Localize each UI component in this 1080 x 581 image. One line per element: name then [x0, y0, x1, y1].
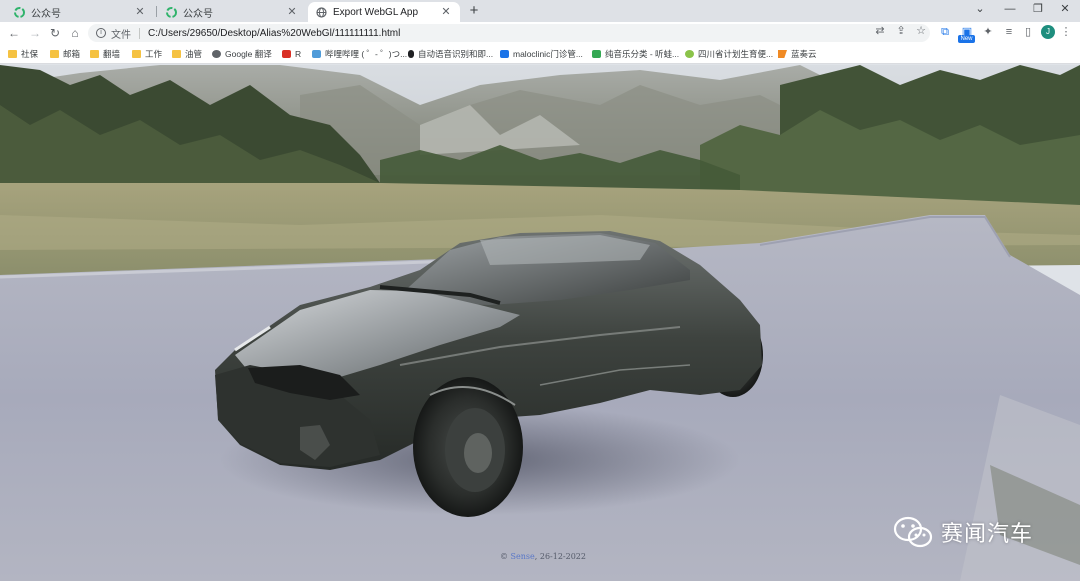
folder-icon: [50, 50, 59, 58]
sense-link[interactable]: Sense: [511, 552, 535, 561]
address-bar[interactable]: i 文件 C:/Users/29650/Desktop/Alias%20WebG…: [88, 24, 930, 42]
bookmark-item[interactable]: 四川省计划生育便...: [685, 48, 773, 60]
forward-arrow-icon[interactable]: →: [27, 25, 43, 41]
bilibili-icon: [312, 50, 321, 58]
tab-divider: [156, 6, 157, 17]
reload-icon[interactable]: ↻: [47, 25, 63, 41]
footer-date: 26-12-2022: [539, 552, 586, 561]
wechat-logo-icon: [893, 516, 933, 548]
side-panel-icon[interactable]: ▯: [1021, 25, 1035, 39]
bookmark-item[interactable]: 翻墙: [90, 48, 120, 60]
folder-icon: [132, 50, 141, 58]
music-icon: [592, 50, 601, 58]
watermark: 赛闻汽车: [893, 513, 1033, 551]
bookmark-item[interactable]: 油管: [172, 48, 202, 60]
tab-wechat-2[interactable]: 公众号 ✕: [158, 2, 306, 22]
wechat-favicon-icon: [14, 6, 25, 18]
bookmark-item[interactable]: R: [282, 48, 301, 60]
tab-wechat-1[interactable]: 公众号 ✕: [6, 2, 154, 22]
lanzou-cloud-icon: [778, 50, 787, 58]
tab-title: 公众号: [31, 8, 61, 20]
folder-icon: [8, 50, 17, 58]
browser-toolbar: ← → ↻ ⌂ i 文件 C:/Users/29650/Desktop/Alia…: [0, 22, 1080, 44]
bookmark-item[interactable]: 纯音乐分类 - 听蛙...: [592, 48, 679, 60]
watermark-text: 赛闻汽车: [941, 522, 1034, 547]
home-icon[interactable]: ⌂: [67, 25, 83, 41]
new-badge: New: [958, 35, 975, 43]
tab-close-icon[interactable]: ✕: [440, 6, 452, 18]
translate-extension-icon[interactable]: ⧉: [938, 25, 952, 39]
bookmark-item[interactable]: maloclinic门诊管...: [500, 48, 583, 60]
folder-icon: [172, 50, 181, 58]
share-icon[interactable]: ⇪: [894, 24, 908, 38]
tab-title: 公众号: [183, 8, 213, 20]
copyright-symbol: ©: [500, 552, 508, 561]
bookmark-item[interactable]: 社保: [8, 48, 38, 60]
globe-icon: [212, 50, 221, 58]
back-arrow-icon[interactable]: ←: [6, 25, 22, 41]
tab-export-webgl-app[interactable]: Export WebGL App ✕: [308, 2, 460, 22]
file-scheme-label: 文件: [111, 29, 131, 41]
globe-favicon-icon: [316, 6, 327, 18]
minimize-icon[interactable]: —: [997, 2, 1023, 18]
bookmark-star-icon[interactable]: ☆: [914, 24, 928, 38]
maximize-icon[interactable]: ❐: [1025, 2, 1051, 18]
info-icon[interactable]: i: [96, 28, 106, 38]
bookmark-item[interactable]: 工作: [132, 48, 162, 60]
tab-strip: 公众号 ✕ 公众号 ✕ Export WebGL App ✕ + ⌄ — ❐ ✕: [0, 0, 1080, 22]
bookmarks-bar: 社保 邮箱 翻墙 工作 油管 Google 翻译 R 哔哩哔哩 ( ゜- ゜)つ…: [0, 44, 1080, 64]
media-control-icon[interactable]: ≡: [1002, 25, 1016, 39]
scene-render: [0, 65, 1080, 581]
close-window-icon[interactable]: ✕: [1052, 2, 1078, 18]
tab-close-icon[interactable]: ✕: [134, 6, 146, 18]
profile-avatar[interactable]: J: [1041, 25, 1055, 39]
tab-title: Export WebGL App: [333, 6, 419, 18]
more-menu-icon[interactable]: ⋮: [1060, 25, 1072, 39]
url-text[interactable]: C:/Users/29650/Desktop/Alias%20WebGl/111…: [148, 28, 400, 39]
r-site-icon: [282, 50, 291, 58]
bookmark-item[interactable]: Google 翻译: [212, 48, 272, 60]
microphone-icon: [408, 50, 414, 58]
extensions-puzzle-icon[interactable]: ✦: [981, 25, 995, 39]
tab-search-chevron-icon[interactable]: ⌄: [967, 2, 993, 18]
translate-icon[interactable]: ⇄: [873, 24, 887, 38]
sichuan-icon: [685, 50, 694, 58]
webgl-canvas[interactable]: [0, 65, 1080, 581]
folder-icon: [90, 50, 99, 58]
omnibox-divider: [139, 27, 140, 39]
bookmark-item[interactable]: 邮箱: [50, 48, 80, 60]
wechat-favicon-icon: [166, 6, 177, 18]
clinic-icon: [500, 50, 509, 58]
tab-close-icon[interactable]: ✕: [286, 6, 298, 18]
bookmark-item[interactable]: 蓝奏云: [778, 48, 817, 60]
new-tab-plus-icon[interactable]: +: [466, 3, 482, 19]
bookmark-item[interactable]: 哔哩哔哩 ( ゜- ゜)つ...: [312, 48, 407, 60]
bookmark-item[interactable]: 自动语音识别和即...: [408, 48, 493, 60]
scene-footer: © Sense, 26-12-2022: [500, 552, 586, 561]
